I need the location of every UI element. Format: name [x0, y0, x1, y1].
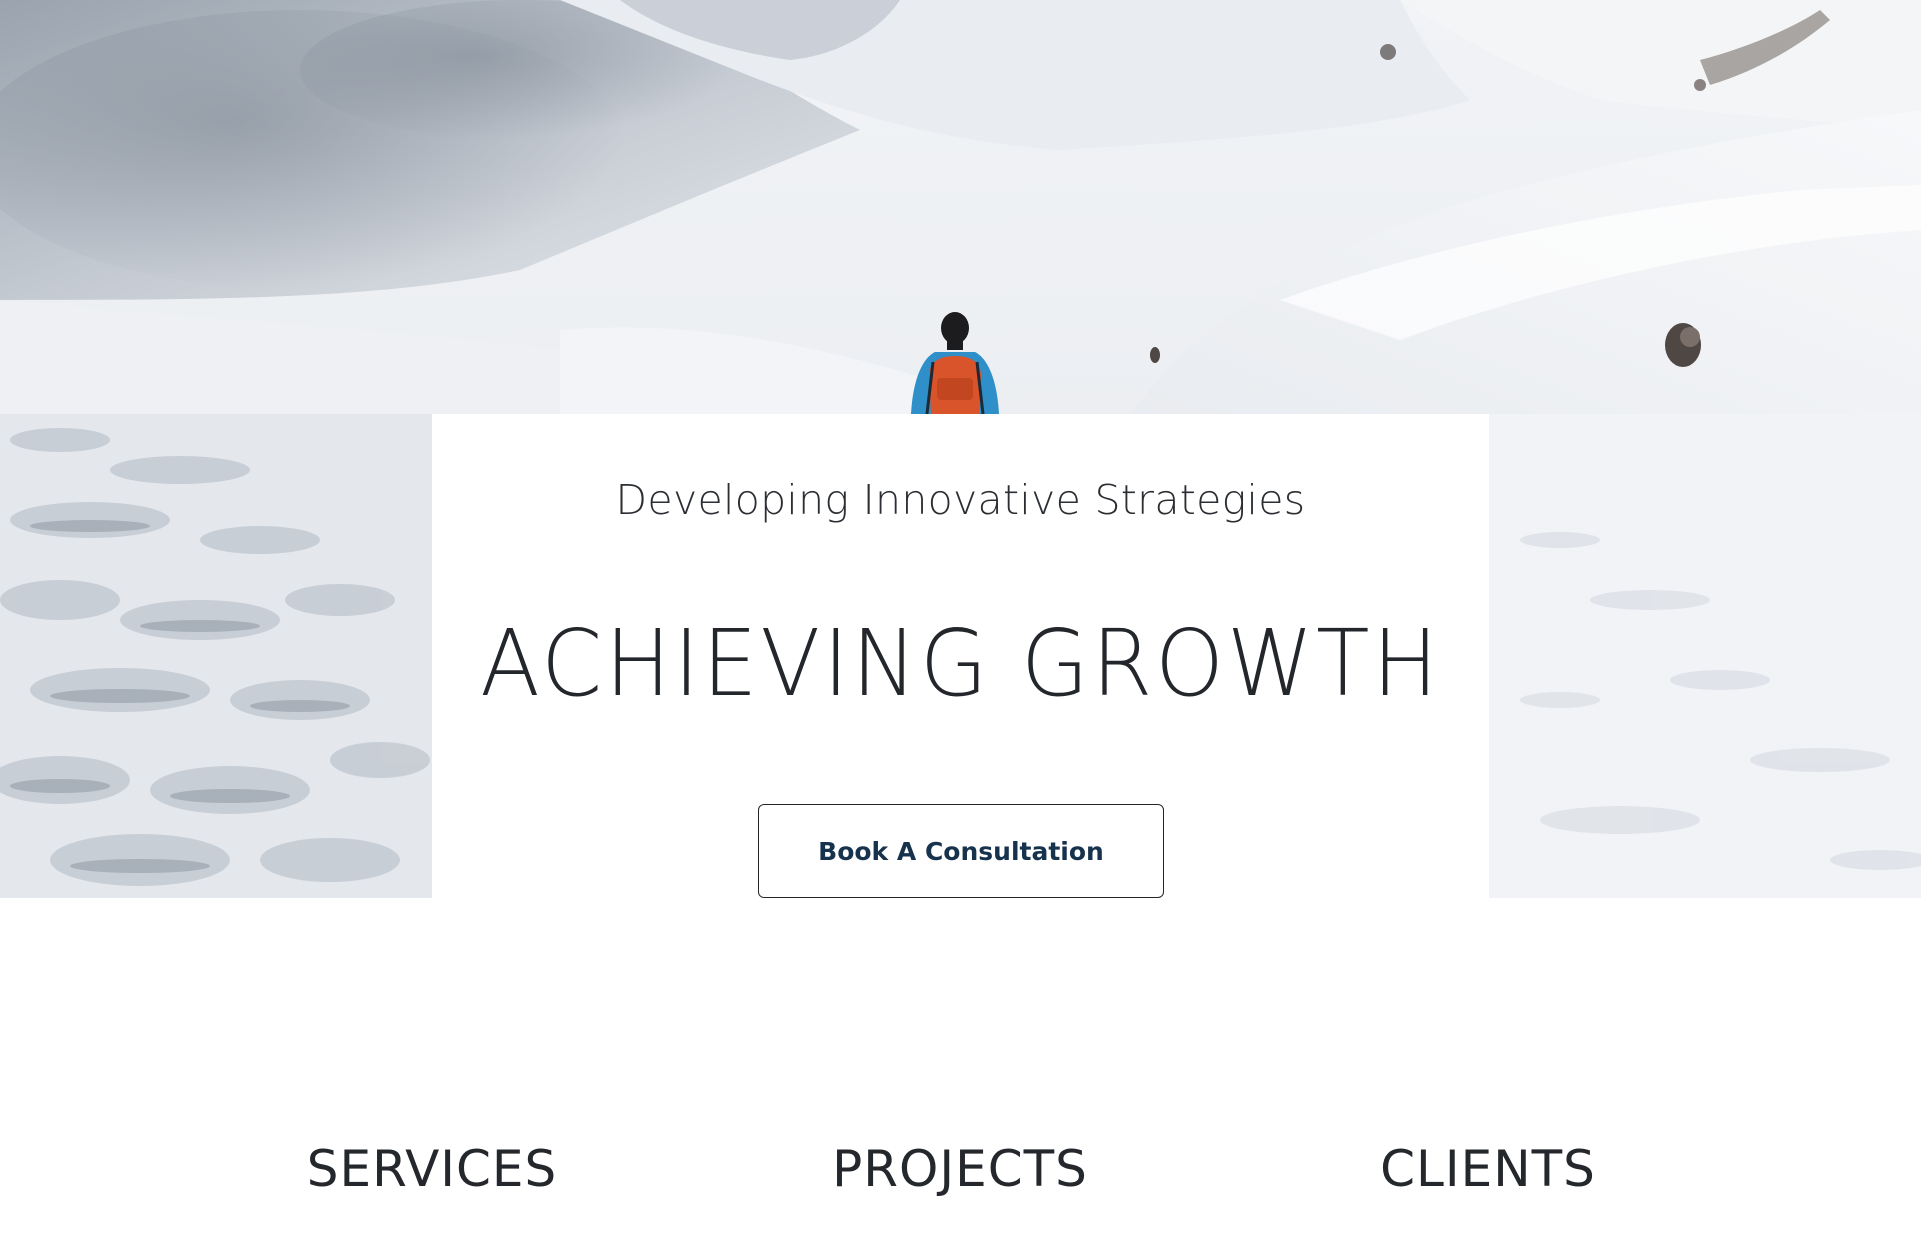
- book-consultation-button[interactable]: Book A Consultation: [758, 804, 1164, 898]
- hero-card: Developing Innovative Strategies ACHIEVI…: [432, 414, 1489, 898]
- clients-link[interactable]: CLIENTS: [1288, 1140, 1688, 1198]
- page: Developing Innovative Strategies ACHIEVI…: [0, 0, 1921, 1244]
- section-links: SERVICES PROJECTS CLIENTS: [0, 1140, 1921, 1210]
- services-link[interactable]: SERVICES: [232, 1140, 632, 1198]
- projects-link[interactable]: PROJECTS: [760, 1140, 1160, 1198]
- hero-banner: Developing Innovative Strategies ACHIEVI…: [0, 0, 1921, 898]
- hero-title: ACHIEVING GROWTH: [480, 610, 1441, 717]
- hero-subtitle: Developing Innovative Strategies: [615, 476, 1306, 524]
